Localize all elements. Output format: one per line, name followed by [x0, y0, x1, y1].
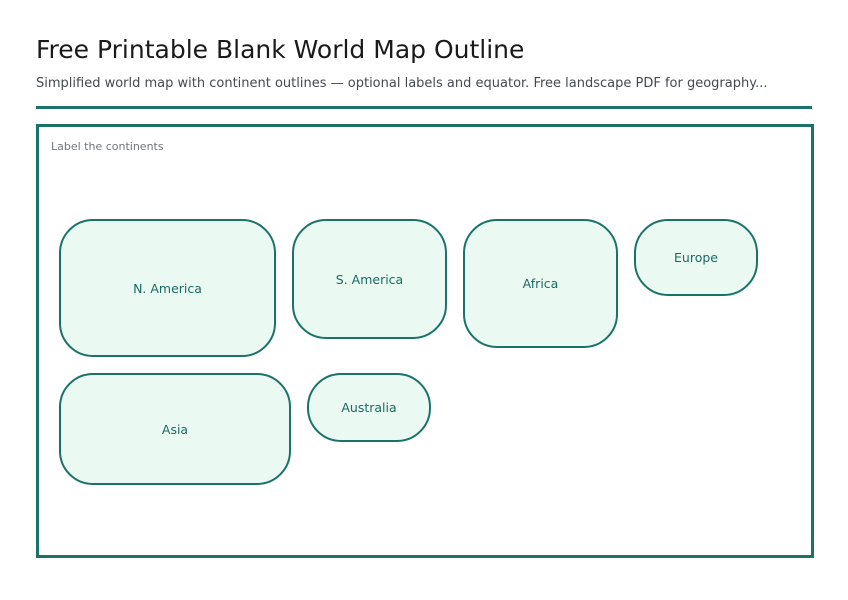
continent-label: Europe	[674, 250, 718, 265]
continent-label: Africa	[522, 276, 559, 291]
header-divider	[36, 106, 812, 109]
continent-australia[interactable]: Australia	[307, 373, 431, 442]
page-title: Free Printable Blank World Map Outline	[36, 35, 525, 64]
continent-asia[interactable]: Asia	[59, 373, 291, 485]
continent-africa[interactable]: Africa	[463, 219, 618, 348]
continent-europe[interactable]: Europe	[634, 219, 758, 296]
continent-label: S. America	[335, 271, 404, 287]
page-subtitle: Simplified world map with continent outl…	[36, 76, 768, 91]
continent-label: Asia	[161, 421, 189, 437]
continent-label: Australia	[341, 400, 397, 415]
map-caption: Label the continents	[51, 140, 164, 153]
continent-north-america[interactable]: N. America	[59, 219, 276, 357]
continent-label: N. America	[133, 280, 202, 296]
continent-south-america[interactable]: S. America	[292, 219, 447, 339]
